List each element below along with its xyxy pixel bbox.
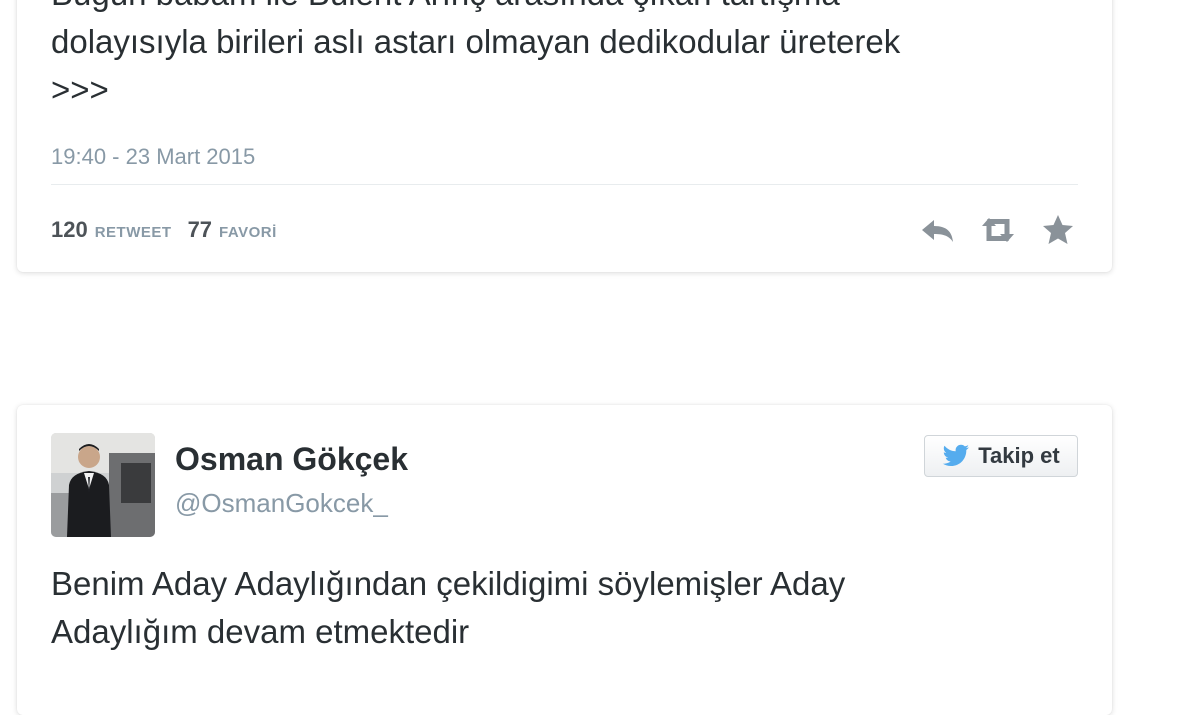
user-name[interactable]: Osman Gökçek <box>175 441 408 478</box>
retweet-icon[interactable] <box>978 212 1018 248</box>
favorite-stat[interactable]: 77 FAVORİ <box>188 217 277 243</box>
divider <box>51 184 1078 185</box>
favorite-label: FAVORİ <box>219 224 277 241</box>
follow-button-label: Takip et <box>978 443 1060 468</box>
tweet-timestamp[interactable]: 19:40 - 23 Mart 2015 <box>51 144 255 170</box>
follow-button[interactable]: Takip et <box>924 435 1078 477</box>
tweet-text-line: dolayısıyla birileri aslı astarı olmayan… <box>51 23 901 60</box>
tweet-stats: 120 RETWEET 77 FAVORİ <box>51 217 277 243</box>
retweet-stat[interactable]: 120 RETWEET <box>51 217 172 243</box>
twitter-bird-icon <box>942 444 970 466</box>
user-handle[interactable]: @OsmanGokcek_ <box>175 488 388 519</box>
tweet-card-1: Bugün babam ile Bülent Arınç arasında çı… <box>17 0 1112 272</box>
favorite-count: 77 <box>187 217 213 242</box>
tweet-text-line: Bugün babam ile Bülent Arınç arasında çı… <box>51 0 1081 18</box>
avatar[interactable] <box>51 433 155 537</box>
tweet-card-2: Osman Gökçek @OsmanGokcek_ Takip et Beni… <box>17 405 1112 715</box>
retweet-label: RETWEET <box>94 224 172 241</box>
tweet-text-line: Benim Aday Adaylığından çekildigimi söyl… <box>51 565 846 602</box>
tweet-text: Bugün babam ile Bülent Arınç arasında çı… <box>51 0 1081 114</box>
reply-icon[interactable] <box>918 212 958 248</box>
tweet-text: Benim Aday Adaylığından çekildigimi söyl… <box>51 560 1081 656</box>
favorite-star-icon[interactable] <box>1038 212 1078 248</box>
tweet-text-line[interactable]: >>> <box>51 66 1081 114</box>
tweet-actions <box>918 212 1078 248</box>
retweet-count: 120 <box>51 217 88 242</box>
tweet-text-line: Adaylığım devam etmektedir <box>51 613 470 650</box>
